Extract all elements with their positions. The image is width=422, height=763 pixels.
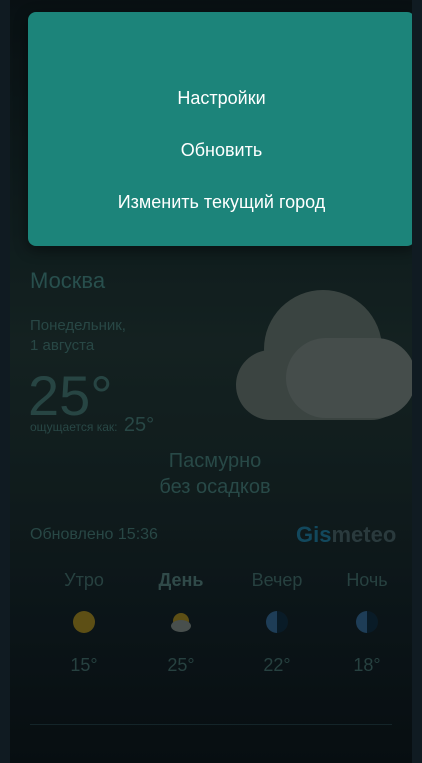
context-menu: Настройки Обновить Изменить текущий горо… [28, 12, 412, 246]
feels-like: ощущается как: 25° [30, 414, 154, 437]
condition-precip: без осадков [159, 476, 271, 498]
logo-part-meteo: meteo [331, 522, 397, 547]
forecast-label: День [158, 570, 204, 590]
moon-icon [356, 611, 378, 633]
forecast-label: Утро [64, 570, 104, 590]
date: Понедельник, 1 августа [30, 316, 126, 356]
divider [30, 724, 392, 725]
date-month: 1 августа [30, 337, 95, 354]
last-updated: Обновлено 15:36 [30, 526, 158, 543]
moon-icon [266, 611, 288, 633]
date-day: Понедельник, [30, 317, 126, 334]
forecast-night[interactable]: Ночь 18° [322, 570, 412, 676]
feels-like-label: ощущается как: [30, 420, 118, 434]
forecast-day[interactable]: День 25° [136, 570, 226, 676]
forecast-morning[interactable]: Утро 15° [39, 570, 129, 676]
forecast-label: Вечер [251, 570, 303, 590]
menu-item-refresh[interactable]: Обновить [28, 140, 412, 161]
gismeteo-logo[interactable]: Gismeteo [296, 522, 396, 548]
condition-main: Пасмурно [168, 450, 262, 472]
sun-icon [73, 611, 95, 633]
condition: Пасмурно без осадков [130, 448, 300, 500]
menu-item-settings[interactable]: Настройки [28, 88, 412, 109]
logo-part-gis: Gis [296, 522, 332, 547]
forecast-evening[interactable]: Вечер 22° [232, 570, 322, 676]
forecast-temp: 15° [70, 655, 98, 675]
forecast-temp: 18° [353, 655, 381, 675]
forecast-temp: 25° [167, 655, 195, 675]
city-name[interactable]: Москва [30, 268, 105, 294]
menu-item-change-city[interactable]: Изменить текущий город [28, 192, 412, 213]
partly-cloudy-icon [170, 611, 192, 633]
forecast-label: Ночь [346, 570, 388, 590]
forecast-temp: 22° [263, 655, 291, 675]
cloud-icon [236, 290, 412, 420]
weather-screen: Москва Понедельник, 1 августа 25° ощущае… [10, 0, 412, 763]
feels-like-value: 25° [123, 414, 155, 436]
